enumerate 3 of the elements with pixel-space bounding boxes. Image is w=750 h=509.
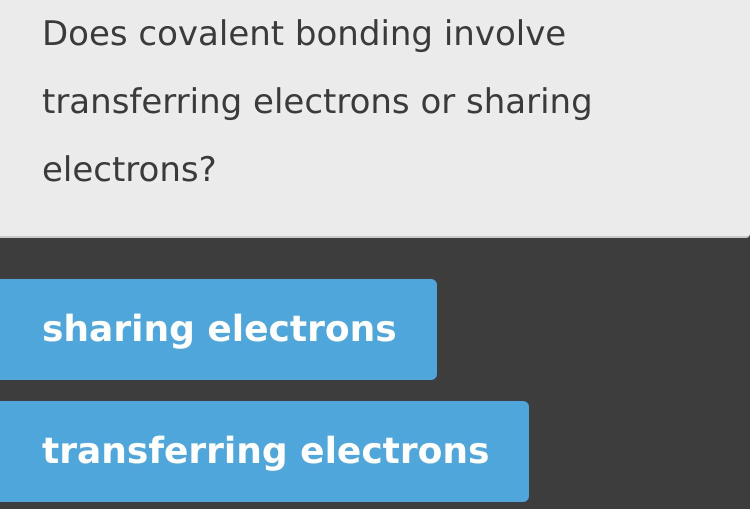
answer-button[interactable]: sharing electrons <box>0 279 437 380</box>
question-text: Does covalent bonding involve transferring electrons or sharing electrons? <box>42 13 594 192</box>
answer-button[interactable]: transferring electrons <box>0 401 530 502</box>
